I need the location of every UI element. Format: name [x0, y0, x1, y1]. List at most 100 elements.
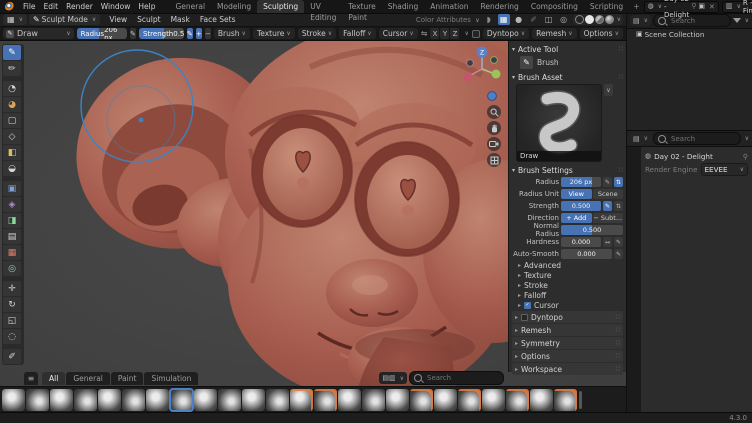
- popover-stroke[interactable]: Stroke∨: [298, 28, 336, 39]
- subpanel-advanced[interactable]: ▸Advanced: [512, 260, 623, 270]
- brush-thumbnail-1[interactable]: [2, 389, 25, 411]
- chevron-down-icon[interactable]: ∨: [464, 30, 468, 37]
- strength-unified-toggle[interactable]: ⇅: [614, 201, 623, 211]
- shading-dropdown-icon[interactable]: ∨: [617, 16, 621, 23]
- radius-unified-toggle[interactable]: ⇅: [614, 177, 623, 187]
- brush-thumbnail-24[interactable]: [554, 389, 577, 411]
- blender-logo-icon[interactable]: [5, 2, 15, 12]
- tool-scale[interactable]: ◱: [3, 313, 21, 328]
- active-tool-panel-header[interactable]: ▾Active Tool∷: [512, 43, 623, 55]
- brush-asset-dropdown[interactable]: ∨: [604, 84, 613, 96]
- tool-cloth-filter[interactable]: ▦: [3, 245, 21, 260]
- workspace-tab-compositing[interactable]: Compositing: [525, 0, 584, 13]
- brush-thumbnail-11[interactable]: [242, 389, 265, 411]
- workspace-tab-modeling[interactable]: Modeling: [211, 0, 257, 13]
- properties-search-input[interactable]: [669, 134, 725, 144]
- new-scene-icon[interactable]: ▣: [698, 3, 705, 10]
- eyedropper-chip[interactable]: ◗: [483, 14, 495, 25]
- properties-editor-icon[interactable]: ▤∨: [630, 133, 651, 144]
- popover-brush[interactable]: Brush∨: [214, 28, 250, 39]
- workspace-tab-texture-paint[interactable]: Texture Paint: [342, 0, 381, 13]
- color-attributes-popover[interactable]: Color Attributes ∨: [416, 16, 480, 24]
- brush-thumbnail-2[interactable]: [26, 389, 49, 411]
- brush-thumbnail-17[interactable]: [386, 389, 409, 411]
- solid-shading-button[interactable]: [585, 15, 594, 24]
- brush-thumbnail-19[interactable]: [434, 389, 457, 411]
- tool-paint[interactable]: ✏: [3, 61, 21, 76]
- auto-smooth-slider[interactable]: 0.000: [561, 249, 612, 259]
- panel-remesh[interactable]: ▸Remesh∷: [512, 324, 623, 336]
- zoom-button[interactable]: [487, 105, 501, 119]
- strength-pressure-toggle[interactable]: ✎: [603, 201, 612, 211]
- panel-workspace[interactable]: ▸Workspace∷: [512, 363, 623, 375]
- popover-cursor[interactable]: Cursor∨: [379, 28, 418, 39]
- hardness-slider[interactable]: 0.000: [561, 237, 601, 247]
- panel-options[interactable]: ▸Options∷: [512, 350, 623, 362]
- direction-subtract-button[interactable]: −: [205, 28, 211, 39]
- pin-icon[interactable]: ⚲: [691, 3, 696, 10]
- editor-type-selector[interactable]: ▦ ∨: [3, 14, 27, 25]
- view-layer-selector[interactable]: ▥ ∨ R - Final ▣ ✕: [722, 1, 752, 13]
- navigation-gizmo[interactable]: Z: [460, 43, 504, 91]
- dyntopo-checkbox[interactable]: [472, 30, 480, 38]
- wireframe-shading-button[interactable]: [575, 15, 584, 24]
- subpanel-stroke[interactable]: ▸Stroke: [512, 280, 623, 290]
- radius-unit-scene[interactable]: Scene: [593, 189, 624, 199]
- dyntopo-popover[interactable]: Dyntopo∨: [483, 28, 529, 39]
- remesh-popover[interactable]: Remesh∨: [532, 28, 576, 39]
- brush-selector[interactable]: ✎ Draw ∨: [3, 28, 74, 39]
- menu-edit[interactable]: Edit: [40, 2, 63, 11]
- camera-view-button[interactable]: [487, 137, 501, 151]
- active-tool-brush[interactable]: ✎ Brush: [512, 55, 623, 71]
- chevron-down-icon[interactable]: ∨: [745, 17, 749, 24]
- add-workspace-button[interactable]: +: [629, 0, 643, 13]
- tool-draw-face-sets[interactable]: ◕: [3, 97, 21, 112]
- brush-settings-panel-header[interactable]: ▾Brush Settings∷: [512, 164, 623, 176]
- orbit-dot[interactable]: [485, 89, 499, 103]
- render-engine-select[interactable]: EEVEE ∨: [701, 163, 748, 176]
- mirror-x-toggle[interactable]: X: [430, 28, 439, 39]
- brush-thumbnail-18[interactable]: [410, 389, 433, 411]
- pin-icon[interactable]: ⚲: [743, 152, 748, 161]
- viewport-menu-sculpt[interactable]: Sculpt: [132, 15, 165, 24]
- filter-funnel-icon[interactable]: [733, 18, 741, 23]
- brush-thumbnail-3[interactable]: [50, 389, 73, 411]
- auto-smooth-pressure-toggle[interactable]: ✎: [614, 249, 623, 259]
- scene-selector[interactable]: ◍ ∨ Day 02 - Delight ⚲ ▣ ✕: [644, 1, 719, 13]
- outliner-row-scene-collection[interactable]: ▣Scene Collection: [627, 30, 752, 40]
- chevron-down-icon[interactable]: ∨: [745, 135, 749, 142]
- radius-unit-view[interactable]: View: [561, 189, 592, 199]
- radius-pressure-toggle[interactable]: ✎: [130, 28, 136, 39]
- shelf-tab-all[interactable]: All: [42, 372, 65, 385]
- brush-thumbnail-8[interactable]: [170, 389, 193, 411]
- 3d-viewport[interactable]: ✎✏◔◕▢◇◧◒▣◈◨▤▦◎✛↻◱◌✐ Z ▾Active Tool∷ ✎ Br…: [0, 41, 626, 412]
- pan-hand-button[interactable]: [487, 121, 501, 135]
- cursor-checkbox[interactable]: ✓: [524, 302, 531, 309]
- hardness-pressure-toggle[interactable]: ✎: [614, 237, 623, 247]
- direction-add-button[interactable]: +: [196, 28, 202, 39]
- show-gizmo-toggle[interactable]: ◫: [543, 14, 555, 25]
- workspace-tab-general[interactable]: General: [169, 0, 211, 13]
- perspective-toggle-button[interactable]: [487, 153, 501, 167]
- brush-asset-panel-header[interactable]: ▾Brush Asset∷: [512, 71, 623, 83]
- mirror-z-toggle[interactable]: Z: [450, 28, 459, 39]
- menu-render[interactable]: Render: [62, 2, 97, 11]
- viewport-menu-face-sets[interactable]: Face Sets: [195, 15, 241, 24]
- workspace-tab-animation[interactable]: Animation: [424, 0, 474, 13]
- workspace-tab-scripting[interactable]: Scripting: [584, 0, 629, 13]
- radius-value-slider[interactable]: 206 px: [561, 177, 601, 187]
- brush-thumbnail-9[interactable]: [194, 389, 217, 411]
- strength-slider[interactable]: Strength 0.500: [139, 28, 184, 39]
- brush-thumbnail-22[interactable]: [506, 389, 529, 411]
- tool-mask[interactable]: ◔: [3, 81, 21, 96]
- show-overlays-toggle[interactable]: ◎: [558, 14, 570, 25]
- annotation-pen-chip[interactable]: ✐: [528, 14, 540, 25]
- radius-pressure-toggle[interactable]: ✎: [603, 177, 612, 187]
- workspace-tab-rendering[interactable]: Rendering: [475, 0, 525, 13]
- brush-thumbnail-7[interactable]: [146, 389, 169, 411]
- tool-move[interactable]: ✛: [3, 281, 21, 296]
- brush-thumbnail-4[interactable]: [74, 389, 97, 411]
- direction-add[interactable]: + Add: [561, 213, 592, 223]
- radius-slider[interactable]: Radius 206 px: [77, 28, 127, 39]
- asset-shelf-search-input[interactable]: [425, 373, 499, 383]
